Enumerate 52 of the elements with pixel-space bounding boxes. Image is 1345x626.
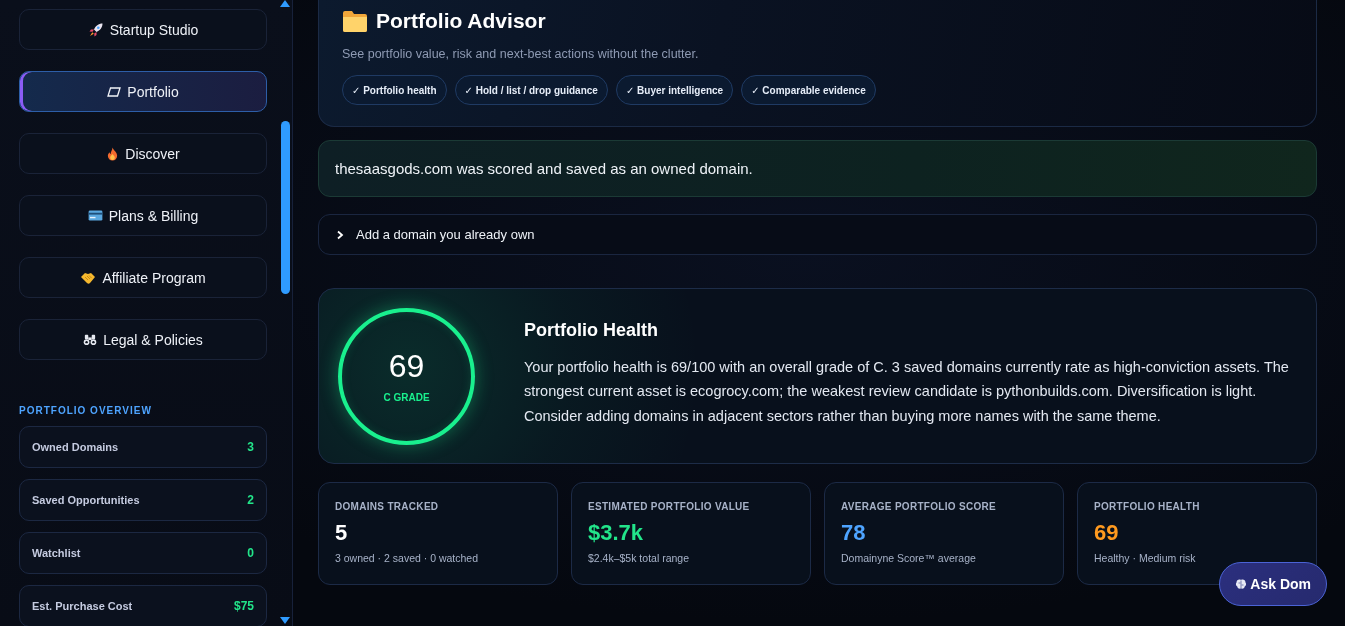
feature-chip: ✓ Comparable evidence: [741, 75, 876, 105]
parallelogram-icon: [107, 86, 122, 97]
metric-value: 5: [335, 522, 349, 544]
credit-card-icon: [87, 210, 103, 221]
stat-label: Saved Opportunities: [32, 494, 140, 506]
nav-item[interactable]: Portfolio: [19, 71, 267, 112]
success-alert: thesaasgods.com was scored and saved as an owned domain.: [318, 140, 1317, 197]
stat-label: Watchlist: [32, 547, 81, 559]
metric-value: $3.7k: [588, 522, 645, 544]
scroll-up-arrow-icon[interactable]: [280, 0, 290, 7]
metric-value: 78: [841, 522, 867, 544]
chevron-icon: [336, 229, 344, 240]
stat-label: Est. Purchase Cost: [32, 600, 133, 612]
nav-item[interactable]: Legal & Policies: [19, 319, 267, 360]
nav-item[interactable]: Startup Studio: [19, 9, 267, 50]
metric-note: Healthy · Medium risk: [1094, 552, 1197, 564]
stat-label: Owned Domains: [32, 441, 119, 453]
folder-icon: [342, 10, 368, 32]
metric-label: DOMAINS TRACKED: [335, 501, 440, 512]
metric-value: 69: [1094, 522, 1120, 544]
health-summary: Your portfolio health is 69/100 with an overall grade of C. 3 saved domains currently rate as high-conviction assets. The strongest current asset is ecogrocy.com; the weakest review candidate is pythonbuilds.com. Diversification is light. Consider adding domains in adjacent sectors rather than buying more names with the same theme.: [524, 357, 1290, 426]
nav-item[interactable]: Affiliate Program: [19, 257, 267, 298]
feature-chip: ✓ Hold / list / drop guidance: [454, 75, 608, 105]
scroll-down-arrow-icon[interactable]: [280, 617, 290, 624]
binoculars-icon: [83, 333, 98, 346]
stat-value: 3: [247, 440, 254, 454]
metric-note: Domainyne Score™ average: [841, 552, 977, 564]
nav-item[interactable]: Plans & Billing: [19, 195, 267, 236]
health-score: 69: [388, 349, 425, 382]
metric-label: PORTFOLIO HEALTH: [1094, 501, 1201, 512]
page-title: Portfolio Advisor: [376, 9, 546, 33]
health-grade: C GRADE: [383, 391, 430, 403]
rocket-icon: [87, 21, 104, 38]
stat-value: 0: [247, 546, 254, 560]
metric-label: ESTIMATED PORTFOLIO VALUE: [588, 501, 751, 512]
stat-value: $75: [233, 599, 254, 613]
add-domain-expander[interactable]: Add a domain you already own: [318, 214, 1317, 255]
page-subtitle: See portfolio value, risk and next-best actions without the clutter.: [342, 47, 700, 61]
feature-chip: ✓ Portfolio health: [342, 75, 447, 105]
handshake-icon: [80, 270, 97, 285]
stat-value: 2: [247, 493, 254, 507]
feature-chip: ✓ Buyer intelligence: [615, 75, 734, 105]
metric-note: $2.4k–$5k total range: [588, 552, 690, 564]
nav-item[interactable]: Discover: [19, 133, 267, 174]
ask-dom-button[interactable]: Ask Dom: [1219, 562, 1327, 606]
metric-note: 3 owned · 2 saved · 0 watched: [335, 552, 479, 564]
scrollbar-thumb[interactable]: [280, 121, 290, 294]
fire-icon: [106, 145, 120, 162]
health-title: Portfolio Health: [524, 319, 659, 341]
brain-icon: [1235, 578, 1248, 590]
metric-label: AVERAGE PORTFOLIO SCORE: [841, 501, 998, 512]
section-heading: PORTFOLIO OVERVIEW: [19, 405, 153, 416]
